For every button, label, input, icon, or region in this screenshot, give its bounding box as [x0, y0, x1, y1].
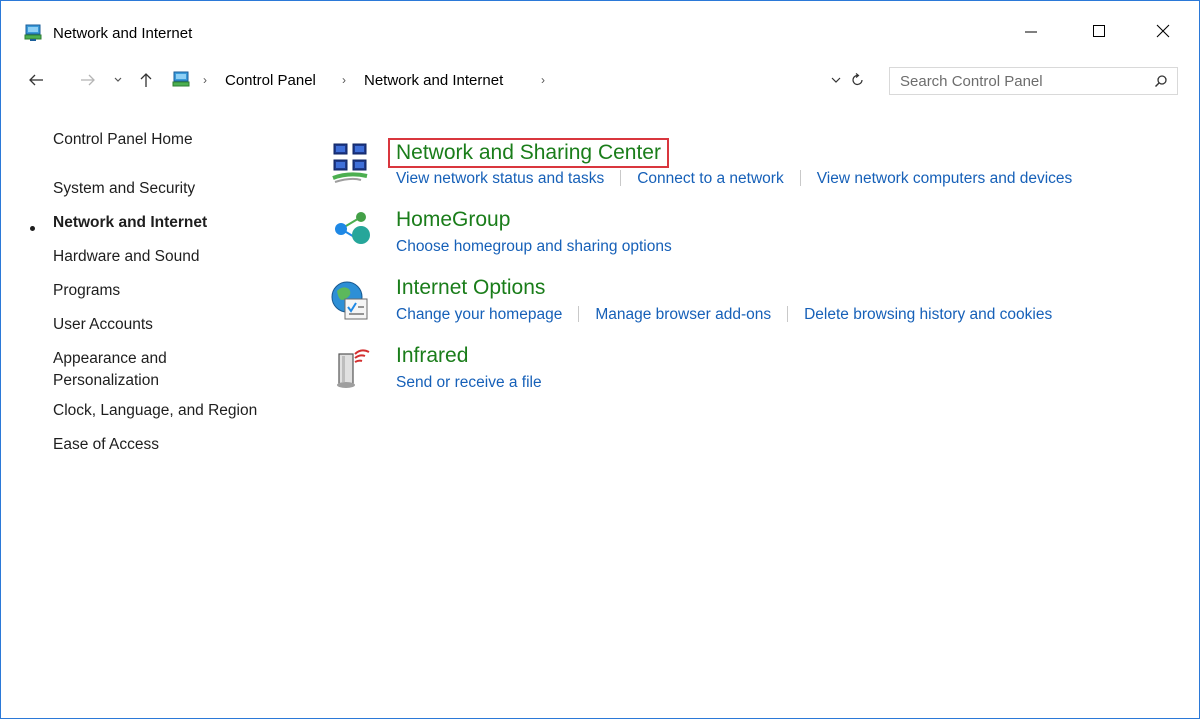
search-button[interactable] — [1152, 72, 1170, 90]
breadcrumb-network-and-internet[interactable]: Network and Internet — [364, 72, 503, 89]
sidebar-item-hardware-and-sound[interactable]: Hardware and Sound — [53, 246, 200, 268]
task-send-or-receive-file[interactable]: Send or receive a file — [396, 374, 542, 391]
section-title-homegroup[interactable]: HomeGroup — [396, 207, 510, 233]
task-divider — [620, 170, 622, 186]
section-tasks-network-and-sharing-center: View network status and tasks Connect to … — [396, 168, 1072, 190]
chevron-down-icon — [114, 77, 122, 82]
task-choose-homegroup-options[interactable]: Choose homegroup and sharing options — [396, 238, 672, 255]
forward-button[interactable] — [79, 71, 97, 89]
window-title: Network and Internet — [53, 25, 193, 42]
forward-arrow-icon — [81, 74, 95, 86]
maximize-button[interactable] — [1076, 15, 1122, 47]
sidebar-item-programs[interactable]: Programs — [53, 280, 120, 302]
internet-options-icon — [329, 279, 369, 320]
back-button[interactable] — [27, 71, 45, 89]
breadcrumb-control-panel[interactable]: Control Panel — [225, 72, 316, 89]
up-button[interactable] — [137, 71, 155, 89]
breadcrumb-separator-icon: › — [342, 73, 346, 87]
section-title-internet-options[interactable]: Internet Options — [396, 275, 545, 301]
section-tasks-internet-options: Change your homepage Manage browser add-o… — [396, 304, 1052, 326]
network-sharing-icon — [331, 142, 371, 183]
search-icon — [1155, 75, 1167, 87]
recent-locations-button[interactable] — [109, 71, 127, 89]
sidebar-item-control-panel-home[interactable]: Control Panel Home — [53, 129, 193, 151]
sidebar-item-appearance-and-personalization-line2[interactable]: Personalization — [53, 370, 159, 392]
search-input[interactable] — [900, 71, 1140, 91]
task-divider — [799, 170, 801, 186]
task-manage-browser-addons[interactable]: Manage browser add-ons — [595, 306, 771, 323]
control-panel-icon — [24, 24, 42, 42]
address-bar: › Control Panel › Network and Internet › — [1, 63, 1199, 97]
task-divider — [787, 306, 789, 322]
task-view-network-status[interactable]: View network status and tasks — [396, 170, 604, 187]
section-title-infrared[interactable]: Infrared — [396, 343, 468, 369]
close-button[interactable] — [1140, 15, 1186, 47]
search-box — [889, 67, 1178, 95]
control-panel-window: Network and Internet › Control Panel › N… — [0, 0, 1200, 719]
minimize-button[interactable] — [1008, 15, 1054, 47]
section-tasks-homegroup: Choose homegroup and sharing options — [396, 236, 672, 258]
maximize-icon — [1093, 25, 1105, 37]
infrared-icon — [333, 344, 373, 388]
sidebar-item-system-and-security[interactable]: System and Security — [53, 178, 195, 200]
refresh-button[interactable] — [849, 71, 867, 89]
task-connect-to-network[interactable]: Connect to a network — [637, 170, 783, 187]
sidebar-item-ease-of-access[interactable]: Ease of Access — [53, 434, 159, 456]
homegroup-icon — [331, 211, 371, 251]
title-bar: Network and Internet — [1, 1, 1199, 42]
section-title-network-and-sharing-center[interactable]: Network and Sharing Center — [388, 138, 669, 168]
section-tasks-infrared: Send or receive a file — [396, 372, 542, 394]
up-arrow-icon — [140, 73, 152, 87]
task-delete-browsing-history[interactable]: Delete browsing history and cookies — [804, 306, 1052, 323]
breadcrumb-separator-icon: › — [541, 73, 545, 87]
chevron-down-icon — [831, 77, 841, 83]
task-change-homepage[interactable]: Change your homepage — [396, 306, 562, 323]
close-icon — [1156, 24, 1170, 38]
sidebar-item-network-and-internet[interactable]: Network and Internet — [53, 212, 207, 234]
sidebar-item-clock-language-and-region[interactable]: Clock, Language, and Region — [53, 400, 257, 422]
sidebar-item-appearance-and-personalization[interactable]: Appearance and — [53, 348, 167, 370]
back-arrow-icon — [29, 74, 43, 86]
location-icon — [172, 71, 190, 89]
sidebar-item-user-accounts[interactable]: User Accounts — [53, 314, 153, 336]
task-view-network-computers[interactable]: View network computers and devices — [817, 170, 1073, 187]
refresh-icon — [852, 73, 863, 86]
active-bullet-icon — [30, 226, 35, 231]
task-divider — [578, 306, 580, 322]
breadcrumb-separator-icon: › — [203, 73, 207, 87]
minimize-icon — [1025, 31, 1037, 33]
address-dropdown-button[interactable] — [827, 71, 845, 89]
